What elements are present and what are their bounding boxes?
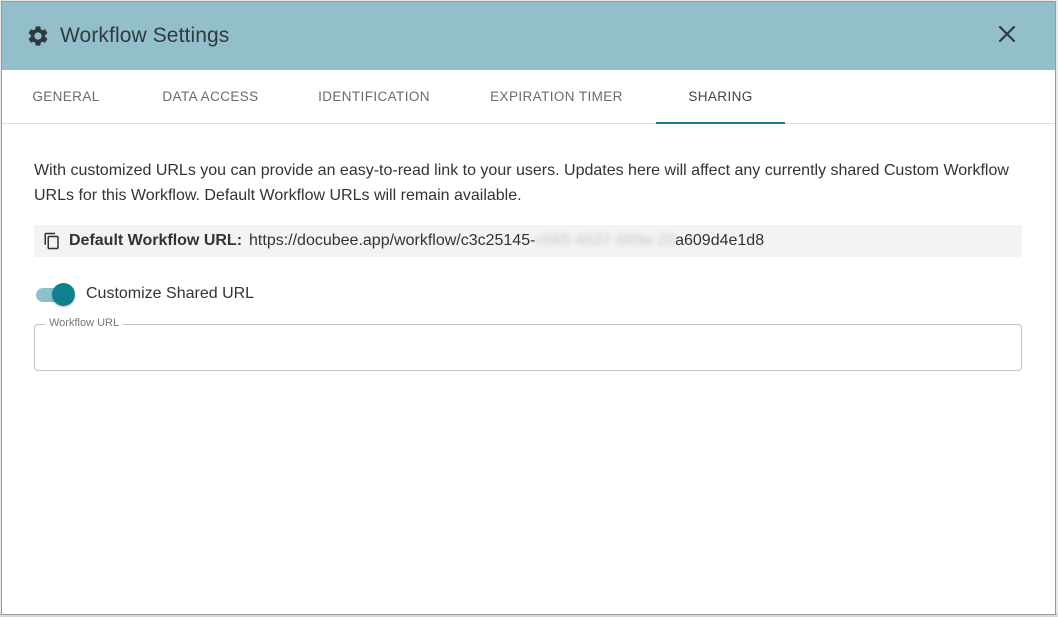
- workflow-url-label: Workflow URL: [45, 317, 124, 329]
- default-url-value[interactable]: https://docubee.app/workflow/c3c25145-c5…: [249, 232, 764, 250]
- customize-url-toggle[interactable]: [34, 283, 76, 306]
- sharing-panel: With customized URLs you can provide an …: [2, 124, 1055, 371]
- tab-identification[interactable]: IDENTIFICATION: [291, 70, 457, 123]
- sharing-description: With customized URLs you can provide an …: [34, 162, 1009, 204]
- tab-expiration-timer[interactable]: EXPIRATION TIMER: [457, 70, 656, 123]
- settings-tabs: GENERAL DATA ACCESS IDENTIFICATION EXPIR…: [2, 70, 1055, 124]
- workflow-url-field: Workflow URL: [34, 317, 1022, 371]
- default-url-box: Default Workflow URL: https://docubee.ap…: [34, 225, 1022, 257]
- close-button[interactable]: [995, 24, 1019, 48]
- workflow-settings-dialog: Workflow Settings GENERAL DATA ACCESS ID…: [1, 1, 1056, 615]
- workflow-url-input[interactable]: [35, 325, 1021, 370]
- dialog-header: Workflow Settings: [2, 2, 1055, 70]
- default-url-prefix: https://docubee.app/workflow/c3c25145-: [249, 232, 536, 249]
- toggle-knob: [52, 283, 75, 306]
- close-icon: [998, 25, 1016, 48]
- copy-icon[interactable]: [43, 232, 61, 250]
- customize-url-label: Customize Shared URL: [86, 285, 255, 302]
- customize-url-row: Customize Shared URL: [34, 283, 1022, 306]
- default-url-suffix: a609d4e1d8: [675, 232, 765, 249]
- default-url-redacted: c565-4637-989a-20: [535, 232, 676, 249]
- tab-general[interactable]: GENERAL: [2, 70, 130, 123]
- dialog-title: Workflow Settings: [60, 24, 230, 47]
- tab-data-access[interactable]: DATA ACCESS: [130, 70, 291, 123]
- gear-icon: [26, 24, 50, 48]
- tab-sharing[interactable]: SHARING: [656, 70, 785, 124]
- default-url-label: Default Workflow URL:: [69, 232, 243, 249]
